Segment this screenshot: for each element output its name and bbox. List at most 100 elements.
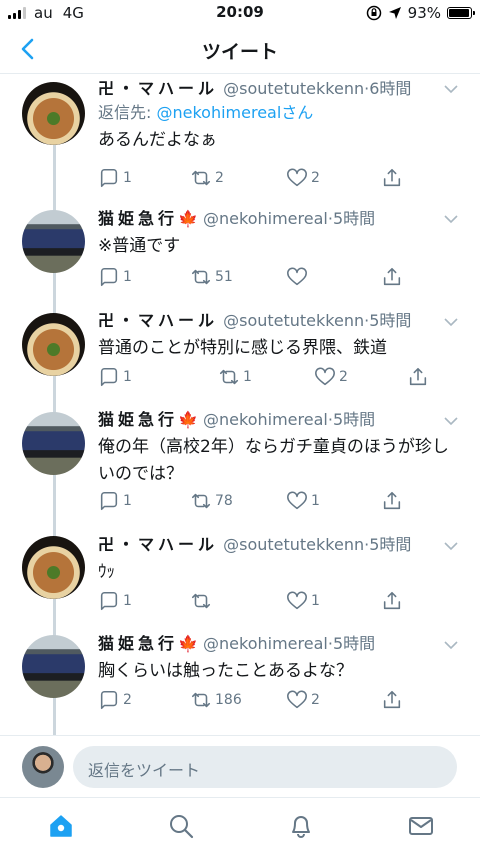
status-right: 93% [366, 4, 475, 22]
tweet-text: 俺の年（高校2年）ならガチ童貞のほうが珍し いのでは？ [98, 434, 462, 488]
handle[interactable]: @nekohimereal [203, 410, 328, 429]
timestamp[interactable]: 5時間 [333, 410, 375, 429]
handle[interactable]: @nekohimereal [203, 209, 328, 228]
like-button[interactable] [286, 266, 311, 288]
retweet-button[interactable] [190, 590, 215, 612]
heart-icon [287, 491, 307, 510]
retweet-button[interactable]: 186 [190, 689, 242, 711]
display-name[interactable]: 卍・マハール [98, 311, 218, 330]
reply-count: 1 [123, 593, 132, 609]
battery-icon [447, 7, 475, 19]
reply-button[interactable]: 1 [98, 490, 132, 512]
timestamp[interactable]: 5時間 [333, 634, 375, 653]
tweet-text: 普通のことが特別に感じる界隈、鉄道 [98, 338, 387, 358]
reply-to-link[interactable]: @nekohimerealさん [156, 103, 313, 122]
reply-icon [100, 591, 118, 611]
share-button[interactable] [381, 266, 403, 288]
share-icon [383, 690, 401, 709]
maple-leaf-icon: 🍁 [178, 634, 198, 653]
tweet-text-line: いのでは？ [98, 464, 183, 484]
retweet-count: 186 [215, 692, 242, 708]
battery-percent: 93% [407, 4, 441, 22]
like-button[interactable]: 2 [286, 689, 320, 711]
avatar[interactable] [22, 635, 85, 698]
handle[interactable]: @soutetutekkenn [223, 535, 364, 554]
tweet[interactable]: 猫姫急行🍁 @nekohimereal·5時間 胸くらいは触ったことあるよな？ … [0, 630, 480, 735]
my-avatar[interactable] [22, 746, 64, 788]
reply-count: 1 [123, 493, 132, 509]
handle[interactable]: @soutetutekkenn [223, 79, 364, 98]
reply-input[interactable]: 返信をツイート [73, 746, 457, 788]
tweet-text: ※普通です [98, 236, 181, 256]
tweet-text: あるんだよなぁ [98, 130, 217, 150]
share-button[interactable] [381, 689, 403, 711]
tweet-header: 卍・マハール @soutetutekkenn·5時間 [98, 310, 462, 332]
tab-notifications[interactable] [287, 812, 315, 840]
tweet-header: 卍・マハール @soutetutekkenn·5時間 [98, 534, 462, 556]
tweet[interactable]: 卍・マハール @soutetutekkenn·5時間 普通のことが特別に感じる界… [0, 305, 480, 405]
tweet-body: 猫姫急行🍁 @nekohimereal·5時間 胸くらいは触ったことあるよな？ [98, 633, 462, 685]
timeline: 卍・マハール @soutetutekkenn·6時間 返信先: @nekohim… [0, 75, 480, 735]
like-button[interactable]: 2 [314, 366, 348, 388]
reply-button[interactable]: 1 [98, 366, 132, 388]
tweet[interactable]: 卍・マハール @soutetutekkenn·6時間 返信先: @nekohim… [0, 75, 480, 195]
share-button[interactable] [381, 590, 403, 612]
location-icon [388, 7, 401, 19]
display-name[interactable]: 猫姫急行 [98, 410, 178, 429]
retweet-count: 51 [215, 269, 233, 285]
reply-button[interactable]: 1 [98, 167, 132, 189]
tweet-body: 卍・マハール @soutetutekkenn·6時間 返信先: @nekohim… [98, 78, 462, 154]
bell-icon [292, 816, 310, 838]
retweet-icon [191, 593, 211, 609]
like-button[interactable]: 1 [286, 490, 320, 512]
timestamp[interactable]: 5時間 [369, 311, 411, 330]
display-name[interactable]: 猫姫急行 [98, 209, 178, 228]
reply-button[interactable]: 1 [98, 266, 132, 288]
display-name[interactable]: 猫姫急行 [98, 634, 178, 653]
reply-count: 2 [123, 692, 132, 708]
avatar[interactable] [22, 313, 85, 376]
heart-icon [287, 690, 307, 709]
tweet[interactable]: 猫姫急行🍁 @nekohimereal·5時間 俺の年（高校2年）ならガチ童貞の… [0, 405, 480, 533]
search-icon [170, 815, 194, 839]
heart-icon [287, 267, 307, 286]
reply-button[interactable]: 1 [98, 590, 132, 612]
timestamp[interactable]: 6時間 [369, 79, 411, 98]
avatar[interactable] [22, 82, 85, 145]
retweet-button[interactable]: 1 [218, 366, 252, 388]
display-name[interactable]: 卍・マハール [98, 79, 218, 98]
share-button[interactable] [381, 167, 403, 189]
tweet-text-line: 俺の年（高校2年）ならガチ童貞のほうが珍し [98, 437, 449, 457]
avatar[interactable] [22, 412, 85, 475]
tweet-body: 卍・マハール @soutetutekkenn·5時間 普通のことが特別に感じる界… [98, 310, 462, 362]
like-count: 1 [311, 593, 320, 609]
tweet-actions: 1 78 1 [98, 490, 408, 514]
home-icon [50, 815, 72, 837]
retweet-button[interactable]: 78 [190, 490, 233, 512]
retweet-button[interactable]: 51 [190, 266, 233, 288]
share-button[interactable] [407, 366, 429, 388]
retweet-count: 2 [215, 170, 224, 186]
tab-home[interactable] [47, 812, 75, 840]
reply-button[interactable]: 2 [98, 689, 132, 711]
heart-icon [287, 591, 307, 610]
timestamp[interactable]: 5時間 [333, 209, 375, 228]
like-button[interactable]: 2 [286, 167, 320, 189]
display-name[interactable]: 卍・マハール [98, 535, 218, 554]
retweet-icon [191, 493, 211, 509]
like-count: 2 [339, 369, 348, 385]
share-button[interactable] [381, 490, 403, 512]
avatar[interactable] [22, 210, 85, 273]
timestamp[interactable]: 5時間 [369, 535, 411, 554]
like-button[interactable]: 1 [286, 590, 320, 612]
tab-search[interactable] [167, 812, 195, 840]
tweet[interactable]: 猫姫急行🍁 @nekohimereal·5時間 ※普通です 1 51 [0, 200, 480, 305]
tweet[interactable]: 卍・マハール @soutetutekkenn·5時間 ｳｯ 1 1 [0, 530, 480, 630]
handle[interactable]: @soutetutekkenn [223, 311, 364, 330]
avatar[interactable] [22, 536, 85, 599]
reply-prefix: 返信先: [98, 103, 157, 122]
battery-fill [449, 9, 469, 17]
retweet-button[interactable]: 2 [190, 167, 224, 189]
handle[interactable]: @nekohimereal [203, 634, 328, 653]
tab-messages[interactable] [407, 812, 435, 840]
